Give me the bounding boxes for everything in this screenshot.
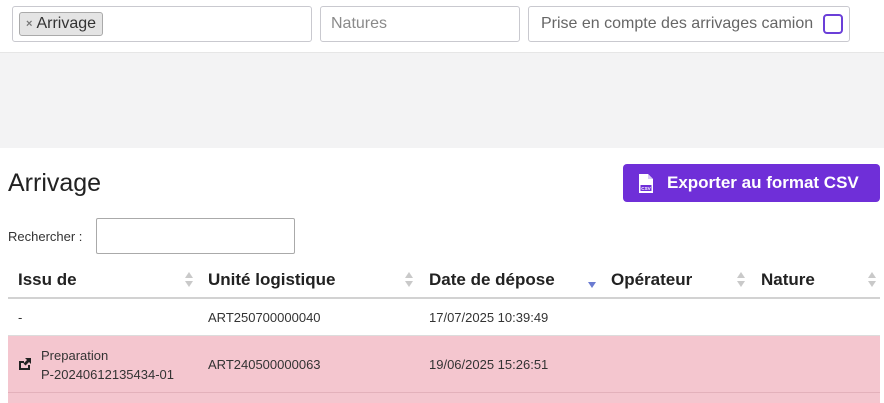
preparation-label: Preparation xyxy=(41,348,109,363)
table-row[interactable]: Preparation P-20240612135434-01 ART24050… xyxy=(8,336,880,393)
filters-panel: × Arrivage Prise en compte des arrivages… xyxy=(0,0,884,148)
camion-checkbox[interactable] xyxy=(823,14,843,34)
sort-icon[interactable] xyxy=(185,272,193,288)
date-cell: 17/07/2025 10:39:49 xyxy=(429,310,549,325)
preparation-number: P-20240612135434-01 xyxy=(41,367,175,382)
export-label: Exporter au format CSV xyxy=(667,173,859,192)
page-title: Arrivage xyxy=(8,169,102,197)
sort-desc-icon[interactable] xyxy=(588,272,596,288)
col-date-depose[interactable]: Date de dépose xyxy=(429,260,555,299)
col-issu-de[interactable]: Issu de xyxy=(18,260,77,299)
sort-icon[interactable] xyxy=(405,272,413,288)
sort-icon[interactable] xyxy=(737,272,745,288)
natures-input[interactable] xyxy=(331,7,511,41)
table-header: Issu de Unité logistique Date de dépose … xyxy=(8,260,880,299)
svg-text:CSV: CSV xyxy=(641,186,651,191)
unite-cell: ART250700000040 xyxy=(208,310,321,325)
camion-filter[interactable]: Prise en compte des arrivages camion xyxy=(528,6,850,42)
camion-label: Prise en compte des arrivages camion xyxy=(541,15,814,32)
col-nature[interactable]: Nature xyxy=(761,260,815,299)
table-row[interactable] xyxy=(8,393,880,403)
unite-cell: ART240500000063 xyxy=(208,357,321,372)
chip-label: Arrivage xyxy=(36,15,97,32)
external-link-icon[interactable] xyxy=(18,357,32,371)
natures-select[interactable] xyxy=(320,6,520,42)
chip-remove-icon[interactable]: × xyxy=(26,13,32,35)
issu-de-cell: - xyxy=(18,310,23,325)
search-input[interactable] xyxy=(96,218,295,254)
table-row[interactable]: - ART250700000040 17/07/2025 10:39:49 xyxy=(8,299,880,336)
issu-de-cell: Preparation P-20240612135434-01 xyxy=(41,346,174,384)
type-chip: × Arrivage xyxy=(19,12,104,36)
search-label: Rechercher : xyxy=(8,229,83,244)
filters-bar: × Arrivage Prise en compte des arrivages… xyxy=(0,0,884,53)
col-unite-logistique[interactable]: Unité logistique xyxy=(208,260,336,299)
sort-icon[interactable] xyxy=(868,272,876,288)
date-cell: 19/06/2025 15:26:51 xyxy=(429,357,549,372)
type-select[interactable]: × Arrivage xyxy=(12,6,312,42)
csv-file-icon: CSV xyxy=(639,173,653,193)
col-operateur[interactable]: Opérateur xyxy=(611,260,692,299)
export-csv-button[interactable]: CSV Exporter au format CSV xyxy=(623,164,880,202)
